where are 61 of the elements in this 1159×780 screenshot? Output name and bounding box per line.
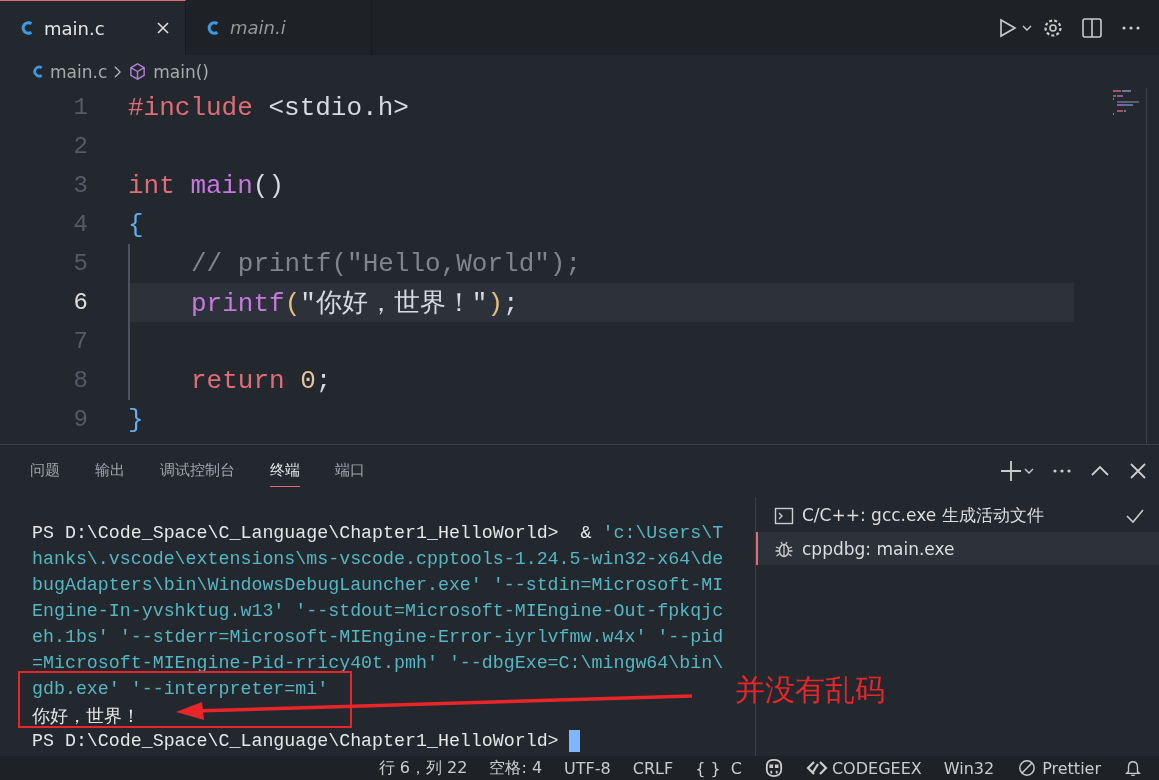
- panel-tab[interactable]: 问题: [30, 455, 60, 487]
- panel-tab[interactable]: 输出: [95, 455, 125, 487]
- tab-label: main.c: [44, 17, 106, 39]
- terminal-line: gdb.exe' '--interpreter=mi': [32, 679, 329, 699]
- line-number: 5: [72, 250, 88, 277]
- status-item[interactable]: Prettier: [1016, 758, 1101, 778]
- code-line: }: [128, 404, 144, 435]
- status-item[interactable]: UTF-8: [564, 758, 611, 778]
- line-number: 1: [72, 94, 88, 121]
- code-line: int main(): [128, 170, 285, 201]
- tab-label: main.i: [230, 17, 287, 38]
- terminal-list-item[interactable]: cppdbg: main.exe: [756, 532, 1159, 565]
- new-terminal-icon[interactable]: [1001, 460, 1035, 482]
- terminal-line: 你好，世界！: [32, 705, 140, 728]
- cube-icon: [128, 62, 148, 81]
- breadcrumb-item[interactable]: main(): [153, 61, 209, 82]
- editor-tab[interactable]: main.c: [0, 0, 186, 55]
- terminal-line: hanks\.vscode\extensions\ms-vscode.cpptools-1.24.5-win32-x64\de: [32, 549, 724, 569]
- status-item[interactable]: 空格: 4: [489, 757, 543, 779]
- status-item[interactable]: { } C: [695, 758, 742, 778]
- terminal-list-item[interactable]: C/C++: gcc.exe 生成活动文件: [756, 499, 1159, 532]
- terminal-line: bugAdapters\bin\WindowsDebugLauncher.exe' '--stdin=Microsoft-MI: [32, 575, 724, 595]
- c-file-icon: [32, 64, 44, 79]
- line-number: 9: [72, 406, 88, 433]
- annotation-text: 并没有乱码: [735, 671, 885, 709]
- panel-tab[interactable]: 终端: [270, 455, 300, 487]
- terminal-icon: [774, 505, 794, 526]
- run-icon[interactable]: [998, 16, 1032, 39]
- c-file-icon: [20, 19, 34, 37]
- panel-tab[interactable]: 端口: [335, 455, 365, 487]
- terminal-line: PS D:\Code_Space\C_Language\Chapter1_HelloWorld> & 'c:\Users\T: [32, 523, 724, 543]
- code-line: return 0;: [191, 365, 332, 396]
- c-file-icon: [206, 18, 220, 37]
- panel-tab[interactable]: 调试控制台: [160, 455, 235, 487]
- code-line: #include <stdio.h>: [128, 92, 409, 123]
- terminal-line: eh.1bs' '--stderr=Microsoft-MIEngine-Error-iyrlvfmw.w4x' '--pid: [32, 627, 724, 647]
- line-number: 8: [72, 367, 88, 394]
- text-cursor: [568, 730, 580, 752]
- status-item[interactable]: Win32: [943, 758, 995, 778]
- close-icon[interactable]: [155, 20, 171, 36]
- line-number: 2: [72, 133, 88, 160]
- line-number: 4: [72, 211, 88, 238]
- terminal-line: =Microsoft-MIEngine-Pid-rricy40t.pmh' '--dbgExe=C:\mingw64\bin\: [32, 653, 724, 673]
- status-item[interactable]: CRLF: [632, 758, 674, 778]
- code-line: // printf("Hello,World");: [191, 248, 582, 279]
- chevron-icon: [113, 64, 123, 79]
- code-line: {: [128, 209, 144, 240]
- line-number: 7: [72, 328, 88, 355]
- diamond-link-icon: [805, 759, 828, 777]
- editor-tab[interactable]: main.i: [186, 0, 372, 55]
- bell-icon[interactable]: [1123, 759, 1143, 777]
- terminal-line: PS D:\Code_Space\C_Language\Chapter1_HelloWorld>: [32, 731, 559, 751]
- line-number: 3: [72, 172, 88, 199]
- line-number: 6: [72, 289, 88, 316]
- breadcrumb-item[interactable]: main.c: [50, 61, 108, 82]
- status-item[interactable]: CODEGEEX: [805, 758, 922, 778]
- status-item[interactable]: 行 6，列 22: [378, 757, 468, 779]
- code-line: printf("你好，世界！");: [191, 288, 519, 320]
- split-editor-icon[interactable]: [1081, 16, 1103, 39]
- terminal-line: Engine-In-yvshktug.w13' '--stdout=Microsoft-MIEngine-Out-fpkqjc: [32, 601, 724, 621]
- robot-face-icon[interactable]: [763, 759, 784, 777]
